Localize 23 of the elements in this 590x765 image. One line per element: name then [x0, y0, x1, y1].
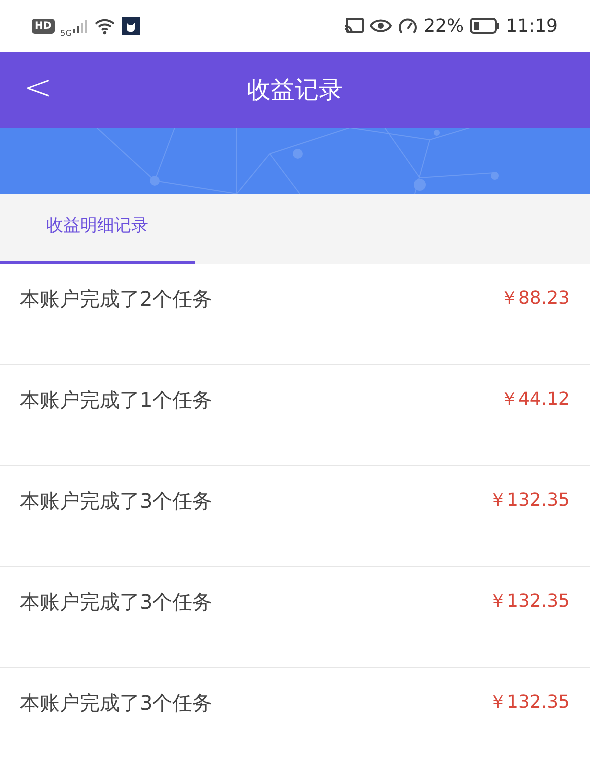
record-amount: ￥132.35	[489, 590, 570, 613]
clock: 11:19	[506, 16, 558, 36]
record-amount: ￥88.23	[500, 287, 570, 310]
gauge-icon	[398, 17, 418, 35]
page-title: 收益记录	[247, 75, 343, 106]
battery-icon	[470, 18, 500, 34]
app-icon	[122, 17, 140, 35]
record-text: 本账户完成了2个任务	[20, 286, 213, 313]
record-amount: ￥132.35	[489, 489, 570, 512]
wifi-icon	[94, 17, 116, 35]
eye-icon	[370, 18, 392, 34]
back-button[interactable]: <	[18, 68, 58, 108]
record-text: 本账户完成了3个任务	[20, 589, 213, 616]
cast-icon	[344, 18, 364, 34]
record-text: 本账户完成了3个任务	[20, 488, 213, 515]
record-text: 本账户完成了1个任务	[20, 387, 213, 414]
record-text: 本账户完成了3个任务	[20, 690, 213, 717]
record-amount: ￥44.12	[500, 388, 570, 411]
hd-badge: HD	[32, 18, 55, 34]
signal-icon	[72, 18, 88, 34]
record-amount: ￥132.35	[489, 691, 570, 714]
battery-percent: 22%	[424, 16, 464, 36]
network-type: 5G	[60, 28, 72, 38]
